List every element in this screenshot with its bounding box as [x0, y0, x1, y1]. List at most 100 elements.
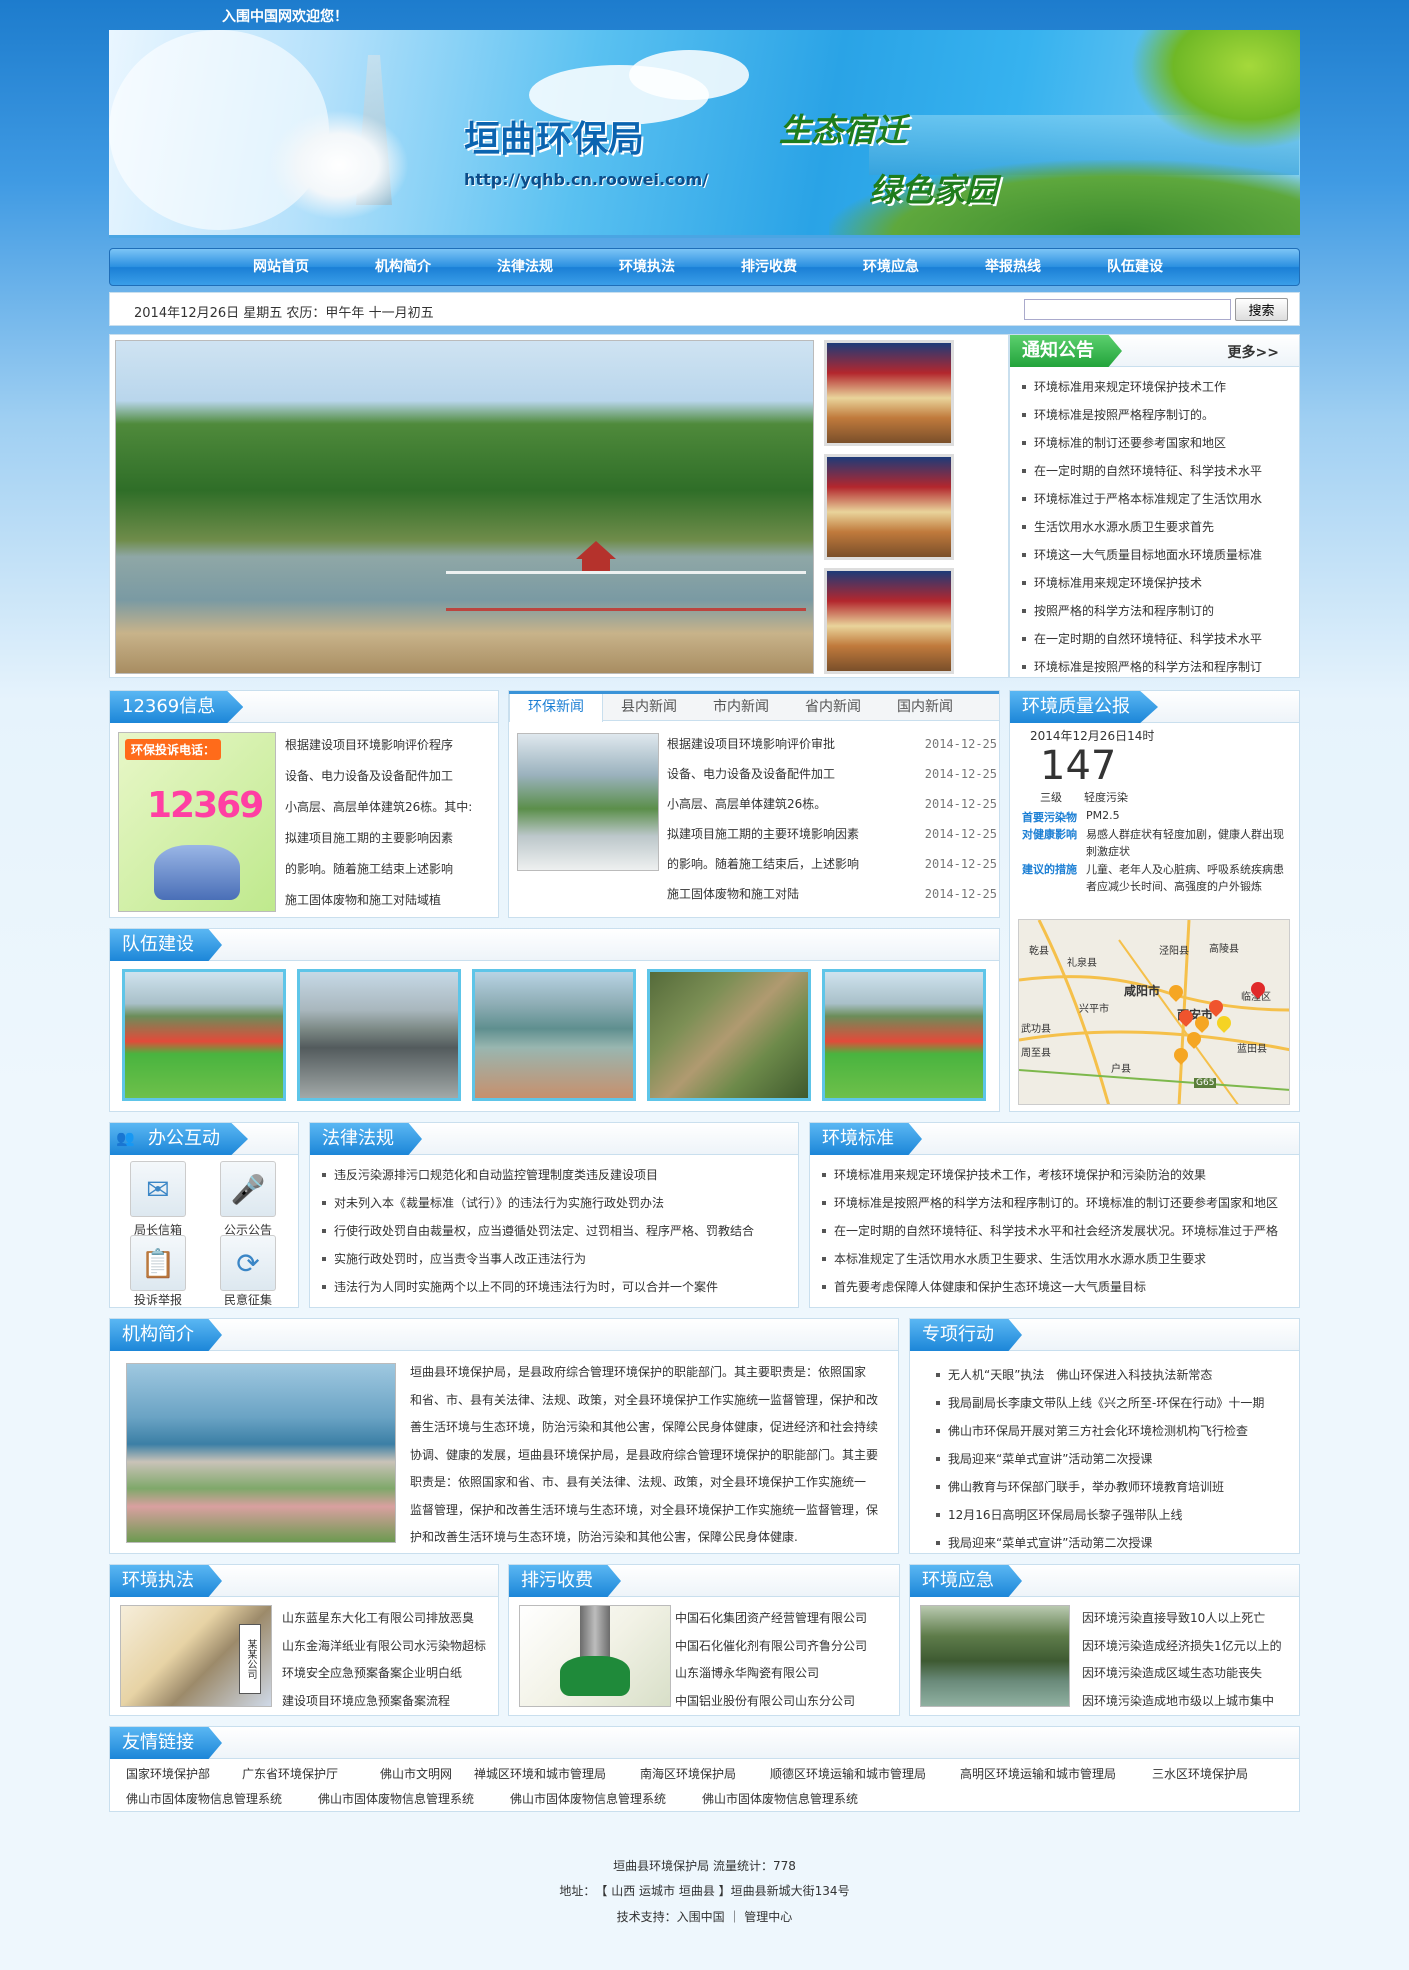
- friend-link[interactable]: 佛山市文明网: [380, 1765, 452, 1782]
- news-item[interactable]: 根据建设项目环境影响评价审批: [667, 729, 835, 759]
- special-action-item[interactable]: 12月16日高明区环保局局长黎子强带队上线: [934, 1501, 1294, 1529]
- notice-item[interactable]: 环境标准是按照严格的科学方法和程序制订: [1020, 653, 1295, 681]
- team-photo-1[interactable]: [122, 969, 286, 1101]
- enforcement-item[interactable]: 建设项目环境应急预案备案流程: [282, 1688, 497, 1716]
- info-12369-line[interactable]: 施工固体废物和施工对陆域植: [285, 885, 495, 916]
- friend-link[interactable]: 国家环境保护部: [126, 1765, 210, 1782]
- team-photo-2[interactable]: [297, 969, 461, 1101]
- hotline-12369-image[interactable]: 环保投诉电话： 12369: [118, 732, 276, 912]
- notice-more-link[interactable]: 更多>>: [1228, 342, 1279, 362]
- standard-item[interactable]: 环境标准是按照严格的科学方法和程序制订的。环境标准的制订还要参考国家和地区: [820, 1189, 1295, 1217]
- slideshow-thumb-2[interactable]: [824, 454, 954, 560]
- standard-item[interactable]: 在一定时期的自然环境特征、科学技术水平和社会经济发展状况。环境标准过于严格: [820, 1217, 1295, 1245]
- footer-tech-support[interactable]: 技术支持：入围中国 ｜ 管理中心: [0, 1908, 1409, 1925]
- microphone-icon[interactable]: 🎤: [220, 1161, 276, 1217]
- friend-link[interactable]: 三水区环境保护局: [1152, 1765, 1248, 1782]
- search-button[interactable]: 搜索: [1235, 298, 1288, 321]
- search-input[interactable]: [1024, 299, 1231, 320]
- special-action-item[interactable]: 佛山教育与环保部门联手，举办教师环境教育培训班: [934, 1473, 1294, 1501]
- team-photo-5[interactable]: [822, 969, 986, 1101]
- refresh-icon[interactable]: ⟳: [220, 1235, 276, 1291]
- notice-item[interactable]: 环境标准的制订还要参考国家和地区: [1020, 429, 1295, 457]
- team-photo-3[interactable]: [472, 969, 636, 1101]
- notice-item[interactable]: 在一定时期的自然环境特征、科学技术水平: [1020, 457, 1295, 485]
- friend-link[interactable]: 南海区环境保护局: [640, 1765, 736, 1782]
- org-intro-image[interactable]: [126, 1363, 396, 1543]
- news-item[interactable]: 的影响。随着施工结束后，上述影响: [667, 849, 859, 879]
- friend-link[interactable]: 佛山市固体废物信息管理系统: [126, 1790, 282, 1807]
- emergency-item[interactable]: 因环境污染造成地市级以上城市集中: [1082, 1688, 1297, 1716]
- friend-link[interactable]: 佛山市固体废物信息管理系统: [510, 1790, 666, 1807]
- emergency-item[interactable]: 因环境污染直接导致10人以上死亡: [1082, 1605, 1297, 1633]
- notice-item[interactable]: 按照严格的科学方法和程序制订的: [1020, 597, 1295, 625]
- friend-link[interactable]: 佛山市固体废物信息管理系统: [318, 1790, 474, 1807]
- nav-hotline[interactable]: 举报热线: [952, 249, 1074, 285]
- nav-law[interactable]: 法律法规: [464, 249, 586, 285]
- info-12369-line[interactable]: 根据建设项目环境影响评价程序: [285, 730, 495, 761]
- standard-item[interactable]: 本标准规定了生活饮用水水质卫生要求、生活饮用水水源水质卫生要求: [820, 1245, 1295, 1273]
- special-action-item[interactable]: 佛山市环保局开展对第三方社会化环境检测机构飞行检查: [934, 1417, 1294, 1445]
- info-12369-line[interactable]: 设备、电力设备及设备配件加工: [285, 761, 495, 792]
- fee-cartoon[interactable]: [519, 1605, 671, 1707]
- special-action-item[interactable]: 我局副局长李康文带队上线《兴之所至-环保在行动》十一期: [934, 1389, 1294, 1417]
- enforcement-item[interactable]: 环境安全应急预案备案企业明白纸: [282, 1660, 497, 1688]
- nav-org[interactable]: 机构简介: [342, 249, 464, 285]
- document-icon[interactable]: 📋: [130, 1235, 186, 1291]
- news-item[interactable]: 拟建项目施工期的主要环境影响因素: [667, 819, 859, 849]
- tab-national-news[interactable]: 国内新闻: [879, 694, 971, 720]
- slideshow-thumb-3[interactable]: [824, 568, 954, 674]
- notice-item[interactable]: 在一定时期的自然环境特征、科学技术水平: [1020, 625, 1295, 653]
- standard-item[interactable]: 环境标准用来规定环境保护技术工作，考核环境保护和污染防治的效果: [820, 1161, 1295, 1189]
- notice-item[interactable]: 环境这一大气质量目标地面水环境质量标准: [1020, 541, 1295, 569]
- notice-item[interactable]: 环境标准是按照严格程序制订的。: [1020, 401, 1295, 429]
- notice-item[interactable]: 环境标准过于严格本标准规定了生活饮用水: [1020, 485, 1295, 513]
- mail-icon[interactable]: ✉: [130, 1161, 186, 1217]
- law-item[interactable]: 违法行为人同时实施两个以上不同的环境违法行为时，可以合并一个案件: [320, 1273, 794, 1301]
- law-item[interactable]: 违反污染源排污口规范化和自动监控管理制度类违反建设项目: [320, 1161, 794, 1189]
- emergency-image[interactable]: [920, 1605, 1070, 1707]
- special-action-item[interactable]: 我局迎来“菜单式宣讲”活动第二次授课: [934, 1445, 1294, 1473]
- info-12369-line[interactable]: 拟建项目施工期的主要影响因素: [285, 823, 495, 854]
- emergency-item[interactable]: 因环境污染造成经济损失1亿元以上的: [1082, 1633, 1297, 1661]
- tab-province-news[interactable]: 省内新闻: [787, 694, 879, 720]
- info-12369-line[interactable]: 小高层、高层单体建筑26栋。其中:: [285, 792, 495, 823]
- friend-link[interactable]: 佛山市固体废物信息管理系统: [702, 1790, 858, 1807]
- pollution-map[interactable]: 乾县 礼泉县 泾阳县 高陵县 咸阳市 西安市 兴平市 临潼区 武功县 周至县 户…: [1018, 919, 1290, 1105]
- enforcement-cartoon[interactable]: 某某公司: [120, 1605, 272, 1707]
- news-image[interactable]: [517, 733, 659, 871]
- notice-item[interactable]: 环境标准用来规定环境保护技术工作: [1020, 373, 1295, 401]
- fee-item[interactable]: 山东淄博永华陶瓷有限公司: [675, 1660, 897, 1688]
- fee-item[interactable]: 中国石化催化剂有限公司齐鲁分公司: [675, 1633, 897, 1661]
- office-item-label[interactable]: 民意征集: [208, 1291, 288, 1308]
- special-action-item[interactable]: 无人机“天眼”执法 佛山环保进入科技执法新常态: [934, 1361, 1294, 1389]
- nav-home[interactable]: 网站首页: [220, 249, 342, 285]
- news-item[interactable]: 小高层、高层单体建筑26栋。: [667, 789, 826, 819]
- law-item[interactable]: 实施行政处罚时，应当责令当事人改正违法行为: [320, 1245, 794, 1273]
- emergency-item[interactable]: 因环境污染造成区域生态功能丧失: [1082, 1660, 1297, 1688]
- news-item[interactable]: 设备、电力设备及设备配件加工: [667, 759, 835, 789]
- slideshow-thumb-1[interactable]: [824, 340, 954, 446]
- enforcement-item[interactable]: 山东金海洋纸业有限公司水污染物超标: [282, 1633, 497, 1661]
- law-item[interactable]: 行使行政处罚自由裁量权，应当遵循处罚法定、过罚相当、程序严格、罚教结合: [320, 1217, 794, 1245]
- fee-item[interactable]: 中国石化集团资产经营管理有限公司: [675, 1605, 897, 1633]
- tab-county-news[interactable]: 县内新闻: [603, 694, 695, 720]
- standard-item[interactable]: 首先要考虑保障人体健康和保护生态环境这一大气质量目标: [820, 1273, 1295, 1301]
- nav-fee[interactable]: 排污收费: [708, 249, 830, 285]
- friend-link[interactable]: 顺德区环境运输和城市管理局: [770, 1765, 926, 1782]
- slideshow-main-image[interactable]: [115, 340, 814, 674]
- fee-item[interactable]: 中国铝业股份有限公司山东分公司: [675, 1688, 897, 1716]
- office-item-label[interactable]: 投诉举报: [118, 1291, 198, 1308]
- friend-link[interactable]: 广东省环境保护厅: [242, 1765, 338, 1782]
- friend-link[interactable]: 高明区环境运输和城市管理局: [960, 1765, 1116, 1782]
- nav-emergency[interactable]: 环境应急: [830, 249, 952, 285]
- tab-env-news[interactable]: 环保新闻: [509, 694, 603, 722]
- special-action-item[interactable]: 我局迎来“菜单式宣讲”活动第二次授课: [934, 1529, 1294, 1557]
- friend-link[interactable]: 禅城区环境和城市管理局: [474, 1765, 606, 1782]
- enforcement-item[interactable]: 山东蓝星东大化工有限公司排放恶臭: [282, 1605, 497, 1633]
- team-photo-4[interactable]: [647, 969, 811, 1101]
- notice-item[interactable]: 生活饮用水水源水质卫生要求首先: [1020, 513, 1295, 541]
- news-item[interactable]: 施工固体废物和施工对陆: [667, 879, 799, 909]
- info-12369-line[interactable]: 的影响。随着施工结束上述影响: [285, 854, 495, 885]
- nav-team[interactable]: 队伍建设: [1074, 249, 1196, 285]
- notice-item[interactable]: 环境标准用来规定环境保护技术: [1020, 569, 1295, 597]
